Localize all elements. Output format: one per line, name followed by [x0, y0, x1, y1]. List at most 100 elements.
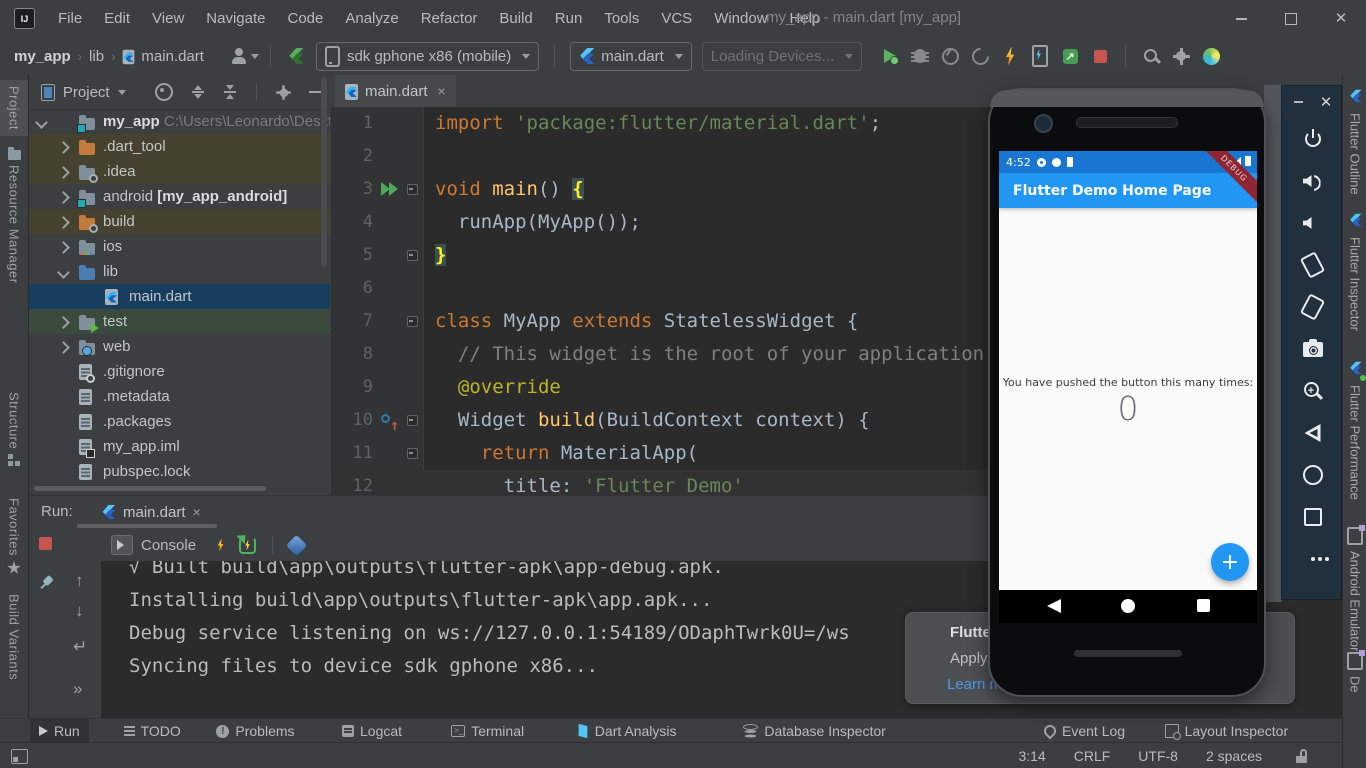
- breadcrumb-item-main.dart[interactable]: main.dart: [141, 48, 204, 65]
- up-arrow-icon[interactable]: ↑: [75, 571, 84, 591]
- screenshot-button[interactable]: [1282, 332, 1343, 366]
- fold-marker-icon[interactable]: [407, 184, 418, 195]
- menu-code[interactable]: Code: [276, 10, 334, 27]
- tree-row-android[interactable]: android [my_app_android]: [29, 184, 330, 209]
- run-config-selector[interactable]: main.dart: [570, 42, 692, 71]
- sidebar-item-build-variants[interactable]: Build Variants: [0, 594, 28, 680]
- breadcrumb-item-lib[interactable]: lib: [89, 48, 104, 65]
- tree-row-ios[interactable]: ios: [29, 234, 330, 259]
- tree-row-my_app[interactable]: my_app C:\Users\Leonardo\Deskt: [29, 109, 330, 134]
- fold-marker-icon[interactable]: [407, 316, 418, 327]
- overview-button[interactable]: [1197, 599, 1210, 612]
- line-separator[interactable]: CRLF: [1074, 748, 1111, 764]
- tree-row-test[interactable]: test: [29, 309, 330, 334]
- lock-icon[interactable]: [1296, 749, 1308, 763]
- home-button[interactable]: [1282, 458, 1343, 492]
- statusbar-layout-inspector[interactable]: Layout Inspector: [1156, 719, 1298, 743]
- tree-row-web[interactable]: web: [29, 334, 330, 359]
- panel-settings-button[interactable]: [276, 85, 291, 100]
- device-selector[interactable]: sdk gphone x86 (mobile): [316, 42, 539, 71]
- tool-window-toggle-icon[interactable]: [11, 749, 28, 764]
- soft-wrap-icon[interactable]: ↵: [73, 637, 87, 657]
- chevron-down-icon[interactable]: [118, 90, 126, 95]
- devices-loading-selector[interactable]: Loading Devices...: [702, 42, 862, 71]
- toolwindow-logcat[interactable]: Logcat: [333, 719, 411, 743]
- statusbar-event-log[interactable]: Event Log: [1035, 719, 1134, 743]
- vcs-user-button[interactable]: [230, 42, 260, 70]
- tab-flutter-inspector[interactable]: Flutter Inspector: [1343, 212, 1366, 331]
- chevron-collapsed-icon[interactable]: [57, 216, 70, 229]
- home-button[interactable]: [1121, 599, 1135, 613]
- run-tab-main-dart[interactable]: main.dart ×: [91, 498, 211, 526]
- tree-row-.dart_tool[interactable]: .dart_tool: [29, 134, 330, 159]
- tree-row-my_app.iml[interactable]: my_app.iml: [29, 434, 330, 459]
- file-encoding[interactable]: UTF-8: [1138, 748, 1178, 764]
- toolwindow-database-inspector[interactable]: Database Inspector: [734, 719, 894, 743]
- tree-row-lib[interactable]: lib: [29, 259, 330, 284]
- zoom-button[interactable]: +: [1282, 374, 1343, 408]
- devtools-button[interactable]: [1196, 42, 1226, 70]
- locate-button[interactable]: [155, 83, 173, 101]
- menu-tools[interactable]: Tools: [593, 10, 650, 27]
- caret-position[interactable]: 3:14: [1018, 748, 1045, 764]
- hide-panel-button[interactable]: [309, 91, 321, 93]
- hot-restart-icon[interactable]: [239, 537, 256, 554]
- collapse-all-button[interactable]: [223, 85, 237, 99]
- minimize-button[interactable]: [1216, 0, 1266, 37]
- chevron-expanded-icon[interactable]: [57, 266, 70, 279]
- rotate-left-button[interactable]: [1282, 248, 1343, 282]
- chevron-collapsed-icon[interactable]: [57, 191, 70, 204]
- tab-android-emulator[interactable]: Android Emulator: [1343, 527, 1366, 651]
- menu-vcs[interactable]: VCS: [650, 10, 703, 27]
- emulator-close-button[interactable]: ✕: [1314, 92, 1338, 112]
- project-panel-title[interactable]: Project: [63, 84, 110, 101]
- search-everywhere-button[interactable]: [1136, 42, 1166, 70]
- hot-restart-button[interactable]: [1025, 42, 1055, 70]
- hot-reload-button[interactable]: [995, 42, 1025, 70]
- tree-row-.gitignore[interactable]: .gitignore: [29, 359, 330, 384]
- console-tab-label[interactable]: Console: [141, 537, 196, 554]
- devtools-icon[interactable]: [286, 534, 307, 555]
- sidebar-item-structure[interactable]: Structure: [0, 392, 28, 466]
- settings-button[interactable]: [1166, 42, 1196, 70]
- toolwindow-run[interactable]: Run: [30, 719, 89, 743]
- hot-reload-icon[interactable]: [216, 539, 225, 552]
- toolwindow-dart-analysis[interactable]: Dart Analysis: [568, 719, 686, 743]
- rotate-right-button[interactable]: [1282, 290, 1343, 324]
- menu-view[interactable]: View: [141, 10, 195, 27]
- emulator-minimize-button[interactable]: [1286, 92, 1310, 112]
- chevron-collapsed-icon[interactable]: [57, 341, 70, 354]
- sidebar-item-project[interactable]: Project: [0, 80, 28, 136]
- fold-marker-icon[interactable]: [407, 448, 418, 459]
- toolwindow-terminal[interactable]: >_Terminal: [442, 719, 533, 743]
- overview-button[interactable]: [1282, 500, 1343, 534]
- stop-button[interactable]: [1085, 42, 1115, 70]
- menu-analyze[interactable]: Analyze: [334, 10, 409, 27]
- run-line-icon[interactable]: [381, 181, 399, 197]
- down-arrow-icon[interactable]: ↓: [75, 601, 84, 621]
- override-icon[interactable]: [381, 411, 401, 429]
- chevron-collapsed-icon[interactable]: [57, 316, 70, 329]
- maximize-button[interactable]: [1266, 0, 1316, 37]
- breadcrumb-item-my_app[interactable]: my_app: [14, 48, 71, 65]
- tree-row-.metadata[interactable]: .metadata: [29, 384, 330, 409]
- tree-row-.idea[interactable]: .idea: [29, 159, 330, 184]
- tab-flutter-outline[interactable]: Flutter Outline: [1343, 88, 1366, 195]
- tree-row-.packages[interactable]: .packages: [29, 409, 330, 434]
- sidebar-item-favorites[interactable]: Favorites: [0, 498, 28, 575]
- close-button[interactable]: ✕: [1316, 0, 1366, 37]
- volume-down-button[interactable]: [1282, 206, 1343, 240]
- power-button[interactable]: [1282, 122, 1343, 156]
- flutter-action-button[interactable]: [281, 42, 311, 70]
- debug-button[interactable]: [905, 42, 935, 70]
- fold-marker-icon[interactable]: [407, 415, 418, 426]
- menu-refactor[interactable]: Refactor: [410, 10, 489, 27]
- fold-marker-icon[interactable]: [407, 250, 418, 261]
- menu-build[interactable]: Build: [488, 10, 543, 27]
- close-tab-icon[interactable]: ×: [438, 83, 446, 99]
- volume-up-button[interactable]: [1282, 164, 1343, 198]
- back-button[interactable]: [1047, 599, 1061, 613]
- chevron-collapsed-icon[interactable]: [57, 241, 70, 254]
- expand-icon[interactable]: »: [73, 679, 82, 699]
- menu-run[interactable]: Run: [544, 10, 594, 27]
